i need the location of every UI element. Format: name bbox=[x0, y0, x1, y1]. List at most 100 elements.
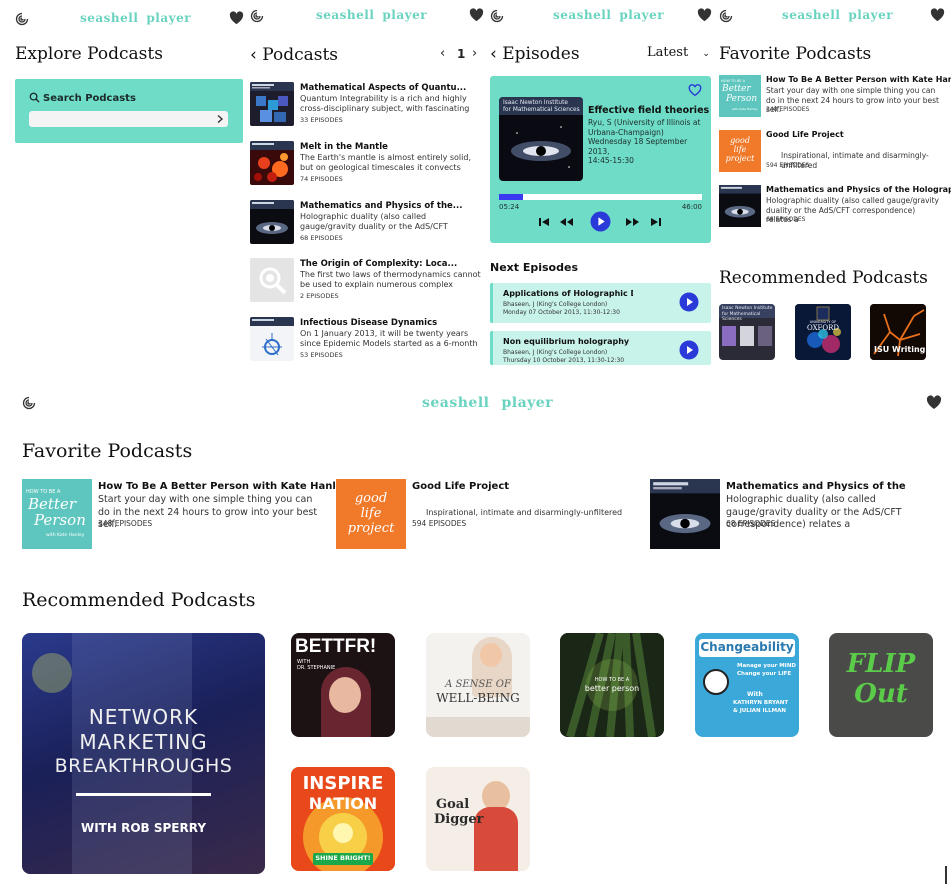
podcast-cover: HOW TO BE A Better Person with Kate Hanl… bbox=[22, 479, 92, 549]
recommended-podcast[interactable]: ISU Writing bbox=[870, 304, 926, 360]
brand-logo: seashell player bbox=[422, 395, 554, 411]
sort-dropdown[interactable]: Latest ⌄ bbox=[647, 45, 710, 60]
prev-page-button[interactable]: ‹ bbox=[440, 46, 445, 61]
podcast-cover: HOW TO BE A Better Person with Kate Hanl… bbox=[719, 75, 761, 117]
progress-bar[interactable] bbox=[499, 194, 702, 200]
episode-meta: Ryu, S (University of Illinois at Urbana… bbox=[588, 118, 701, 165]
play-button[interactable] bbox=[590, 211, 611, 232]
cover-text: Isaac Newton Institute for Mathematical S… bbox=[722, 306, 773, 322]
recommended-podcast[interactable]: A SENSE OF WELL-BEING bbox=[426, 633, 530, 737]
list-item[interactable]: Mathematical Aspects of Quantu... Quantu… bbox=[250, 82, 482, 130]
favorite-item[interactable]: HOW TO BE A Better Person with Kate Hanl… bbox=[719, 75, 951, 123]
podcast-title: The Origin of Complexity: Loca... bbox=[300, 259, 458, 269]
favorite-item[interactable]: good life project Good Life Project Insp… bbox=[719, 130, 941, 178]
chevron-down-icon: ⌄ bbox=[702, 49, 710, 59]
list-item[interactable]: The Origin of Complexity: Loca... The fi… bbox=[250, 258, 482, 306]
play-icon[interactable] bbox=[679, 340, 699, 360]
seashell-logo-icon bbox=[719, 9, 733, 23]
episode-count: 33 EPISODES bbox=[300, 116, 343, 124]
podcast-cover bbox=[250, 258, 294, 302]
heart-icon[interactable] bbox=[229, 11, 244, 25]
podcast-cover bbox=[650, 479, 720, 549]
heart-icon[interactable] bbox=[930, 8, 945, 22]
podcast-description: Holographic duality (also called gauge/g… bbox=[300, 212, 448, 233]
list-item[interactable]: Infectious Disease Dynamics On 1 January… bbox=[250, 317, 482, 365]
next-episode-meta: Bhaseen, J (King's College London) Monday… bbox=[503, 301, 620, 316]
sort-label: Latest bbox=[647, 45, 689, 60]
artwork-caption: Isaac Newton Institute for Mathematical S… bbox=[503, 100, 580, 113]
current-time: 05:24 bbox=[499, 203, 520, 211]
next-page-button[interactable]: › bbox=[472, 46, 477, 61]
search-input[interactable] bbox=[29, 111, 228, 127]
favorite-title: How To Be A Better Person with Kate Hanl… bbox=[98, 481, 350, 492]
heart-icon[interactable] bbox=[469, 8, 484, 22]
recommended-podcast[interactable]: Goal Digger bbox=[426, 767, 530, 871]
favorite-item[interactable]: Mathematics and Physics of the Holograph… bbox=[650, 479, 945, 549]
page-title: Favorite Podcasts bbox=[719, 44, 872, 64]
podcast-title: Mathematical Aspects of Quantu... bbox=[300, 83, 467, 93]
episode-count: 68 EPISODES bbox=[300, 234, 343, 242]
total-time: 46:00 bbox=[681, 203, 702, 211]
fast-forward-icon[interactable] bbox=[625, 214, 641, 230]
page-title: Podcasts bbox=[262, 45, 339, 65]
cover-text: HOW TO BE A bbox=[594, 677, 630, 683]
search-icon bbox=[29, 92, 40, 103]
podcast-cover bbox=[250, 317, 294, 361]
episode-count: 594 EPISODES bbox=[412, 519, 467, 528]
heart-outline-icon[interactable] bbox=[688, 84, 702, 97]
favorite-item[interactable]: Mathematics and Physics of the Holograph… bbox=[719, 185, 951, 233]
recommended-podcast[interactable]: Changeability Manage your MIND Change yo… bbox=[695, 633, 799, 737]
next-episode-meta: Bhaseen, J (King's College London) Thursd… bbox=[503, 349, 625, 364]
podcast-cover bbox=[250, 141, 294, 185]
podcast-description: The first two laws of thermodynamics can… bbox=[300, 270, 481, 291]
recommended-podcast[interactable]: INSPIRE NATION SHINE BRIGHT! bbox=[291, 767, 395, 871]
recommended-podcast[interactable]: UNIVERSITY OF OXFORD bbox=[795, 304, 851, 360]
recommended-podcast[interactable]: NETWORK MARKETING BREAKTHROUGHS WITH ROB… bbox=[22, 633, 265, 874]
favorite-item[interactable]: good life project Good Life Project Insp… bbox=[336, 479, 636, 549]
page-title: Favorite Podcasts bbox=[22, 440, 193, 462]
seashell-logo-icon bbox=[490, 9, 504, 23]
cover-text: FLIP bbox=[846, 649, 916, 679]
brand-logo: seashell player bbox=[80, 11, 192, 25]
now-playing-card: Isaac Newton Institute for Mathematical S… bbox=[490, 76, 711, 243]
recommended-podcast[interactable]: Isaac Newton Institute for Mathematical S… bbox=[719, 304, 775, 360]
back-chevron-icon[interactable]: ‹ bbox=[250, 45, 257, 65]
rewind-icon[interactable] bbox=[558, 214, 574, 230]
podcast-description: The Earth's mantle is almost entirely so… bbox=[300, 153, 471, 174]
seashell-logo-icon bbox=[22, 396, 36, 410]
skip-start-icon[interactable] bbox=[536, 214, 552, 230]
page-title: Episodes bbox=[502, 44, 580, 64]
podcast-cover bbox=[719, 185, 761, 227]
heart-icon[interactable] bbox=[926, 395, 942, 410]
recommended-podcast[interactable]: HOW TO BE A better person bbox=[560, 633, 664, 737]
podcast-title: Infectious Disease Dynamics bbox=[300, 318, 438, 328]
brand-logo: seashell player bbox=[782, 8, 894, 22]
episode-artwork: Isaac Newton Institute for Mathematical S… bbox=[499, 97, 583, 181]
play-icon[interactable] bbox=[679, 292, 699, 312]
list-item[interactable]: Mathematics and Physics of the... Hologr… bbox=[250, 200, 482, 248]
cover-text: A SENSE OF bbox=[445, 679, 511, 690]
next-episodes-heading: Next Episodes bbox=[490, 261, 578, 274]
favorite-title: Mathematics and Physics of the Holograph… bbox=[766, 185, 951, 194]
favorite-item[interactable]: HOW TO BE A Better Person with Kate Hanl… bbox=[22, 479, 349, 549]
skip-end-icon[interactable] bbox=[648, 214, 664, 230]
podcast-cover: good life project bbox=[336, 479, 406, 549]
page-number: 1 bbox=[457, 47, 466, 61]
episode-count: 594 EPISODES bbox=[766, 162, 810, 169]
favorite-description: Inspirational, intimate and disarmingly-… bbox=[426, 508, 623, 517]
brand-logo: seashell player bbox=[316, 8, 428, 22]
next-episode-item[interactable]: Applications of Holographic Du... Bhasee… bbox=[490, 283, 711, 323]
search-label: Search Podcasts bbox=[43, 93, 136, 104]
back-chevron-icon[interactable]: ‹ bbox=[490, 44, 497, 64]
podcast-description: Quantum Integrability is a rich and high… bbox=[300, 94, 470, 113]
recommended-podcast[interactable]: BETTFR! WITH DR. STEPHANIE bbox=[291, 633, 395, 737]
list-item[interactable]: Melt in the Mantle The Earth's mantle is… bbox=[250, 141, 482, 189]
scrollbar[interactable] bbox=[945, 866, 947, 884]
next-episode-item[interactable]: Non equilibrium holography Bhaseen, J (K… bbox=[490, 331, 711, 365]
episode-count: 348 EPISODES bbox=[98, 519, 153, 528]
heart-icon[interactable] bbox=[697, 8, 712, 22]
chevron-right-icon[interactable] bbox=[215, 114, 225, 124]
seashell-logo-icon bbox=[15, 12, 29, 26]
recommended-podcast[interactable]: FLIP Out bbox=[829, 633, 933, 737]
episode-count: 53 EPISODES bbox=[300, 351, 343, 359]
